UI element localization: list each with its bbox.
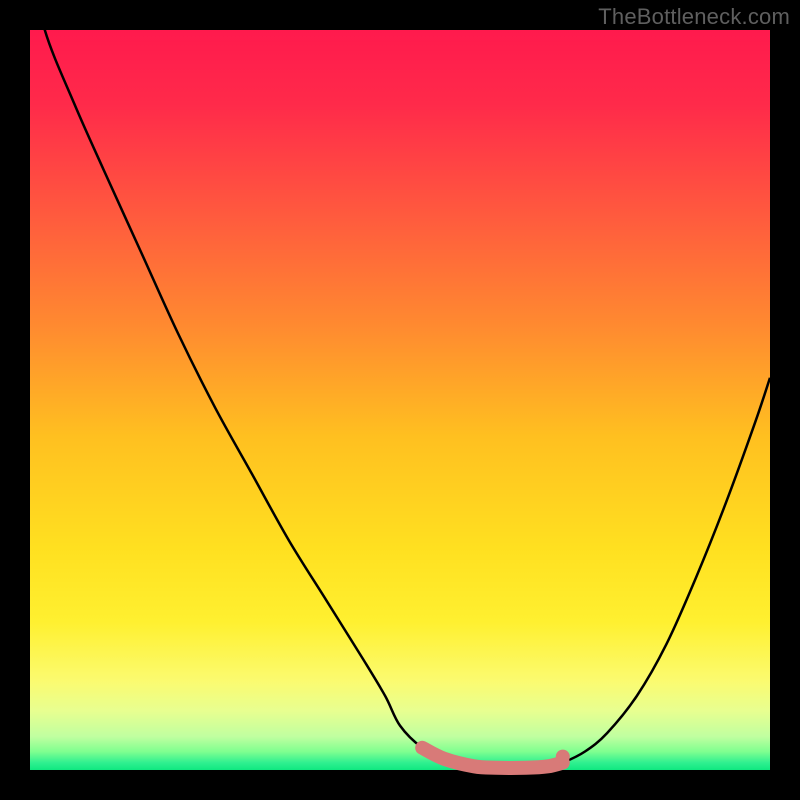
sweet-spot-marker: [556, 750, 570, 764]
watermark-text: TheBottleneck.com: [598, 4, 790, 30]
bottleneck-chart: [0, 0, 800, 800]
chart-frame: { "watermark": "TheBottleneck.com", "col…: [0, 0, 800, 800]
